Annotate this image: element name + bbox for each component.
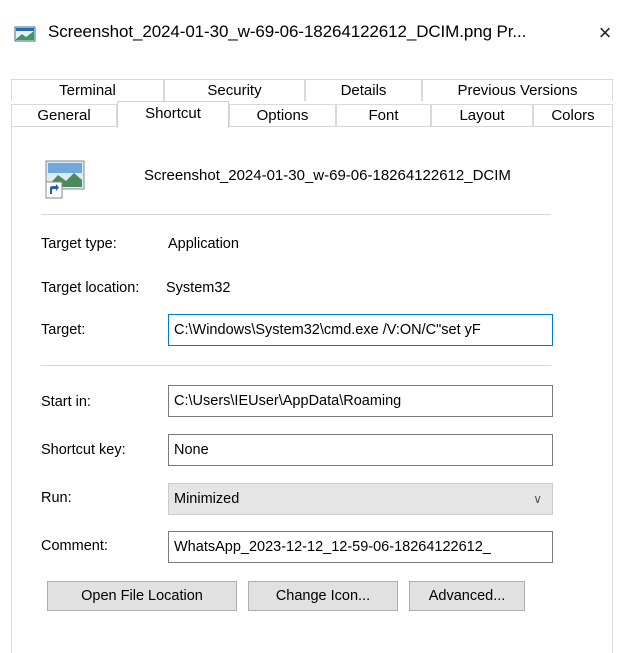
tab-row-bottom: General Shortcut Options Font Layout Col… <box>11 101 613 128</box>
start-in-field[interactable]: C:\Users\IEUser\AppData\Roaming <box>168 385 553 417</box>
advanced-button[interactable]: Advanced... <box>409 581 525 611</box>
tab-row-top: Terminal Security Details Previous Versi… <box>11 79 613 102</box>
close-button[interactable]: × <box>590 18 620 48</box>
target-field[interactable]: C:\Windows\System32\cmd.exe /V:ON/C"set … <box>168 314 553 346</box>
start-in-value: C:\Users\IEUser\AppData\Roaming <box>174 393 402 409</box>
target-type-label: Target type: <box>41 236 117 252</box>
run-select[interactable]: Minimized ∨ <box>168 483 553 515</box>
properties-window-icon <box>14 26 36 42</box>
comment-value: WhatsApp_2023-12-12_12-59-06-18264122612… <box>174 539 491 555</box>
target-location-label: Target location: <box>41 280 140 296</box>
target-field-value: C:\Windows\System32\cmd.exe /V:ON/C"set … <box>174 322 481 338</box>
window-title: Screenshot_2024-01-30_w-69-06-1826412261… <box>48 22 527 41</box>
comment-field[interactable]: WhatsApp_2023-12-12_12-59-06-18264122612… <box>168 531 553 563</box>
open-file-location-button[interactable]: Open File Location <box>47 581 237 611</box>
chevron-down-icon: ∨ <box>533 492 542 506</box>
tab-shortcut[interactable]: Shortcut <box>117 101 229 128</box>
target-label: Target: <box>41 322 86 338</box>
tab-font[interactable]: Font <box>336 104 431 126</box>
tab-details[interactable]: Details <box>305 79 422 101</box>
start-in-label: Start in: <box>41 394 91 410</box>
shortcut-key-label: Shortcut key: <box>41 442 126 458</box>
close-icon: × <box>598 20 612 45</box>
run-select-value: Minimized <box>174 491 240 507</box>
tab-terminal[interactable]: Terminal <box>11 79 164 101</box>
shortcut-name: Screenshot_2024-01-30_w-69-06-1826412261… <box>144 167 511 184</box>
tab-layout[interactable]: Layout <box>431 104 533 126</box>
run-label: Run: <box>41 490 72 506</box>
target-location-value: System32 <box>166 280 231 296</box>
separator <box>41 214 551 215</box>
change-icon-button[interactable]: Change Icon... <box>248 581 398 611</box>
shortcut-key-field[interactable]: None <box>168 434 553 466</box>
comment-label: Comment: <box>41 538 108 554</box>
shortcut-key-value: None <box>174 442 209 458</box>
target-type-value: Application <box>168 236 239 252</box>
tab-previous-versions[interactable]: Previous Versions <box>422 79 613 101</box>
separator <box>41 365 551 366</box>
image-file-shortcut-icon <box>45 160 85 199</box>
title-bar: Screenshot_2024-01-30_w-69-06-1826412261… <box>0 0 624 62</box>
tab-colors[interactable]: Colors <box>533 104 613 126</box>
tab-options[interactable]: Options <box>229 104 336 126</box>
tab-security[interactable]: Security <box>164 79 305 101</box>
tab-general[interactable]: General <box>11 104 117 126</box>
